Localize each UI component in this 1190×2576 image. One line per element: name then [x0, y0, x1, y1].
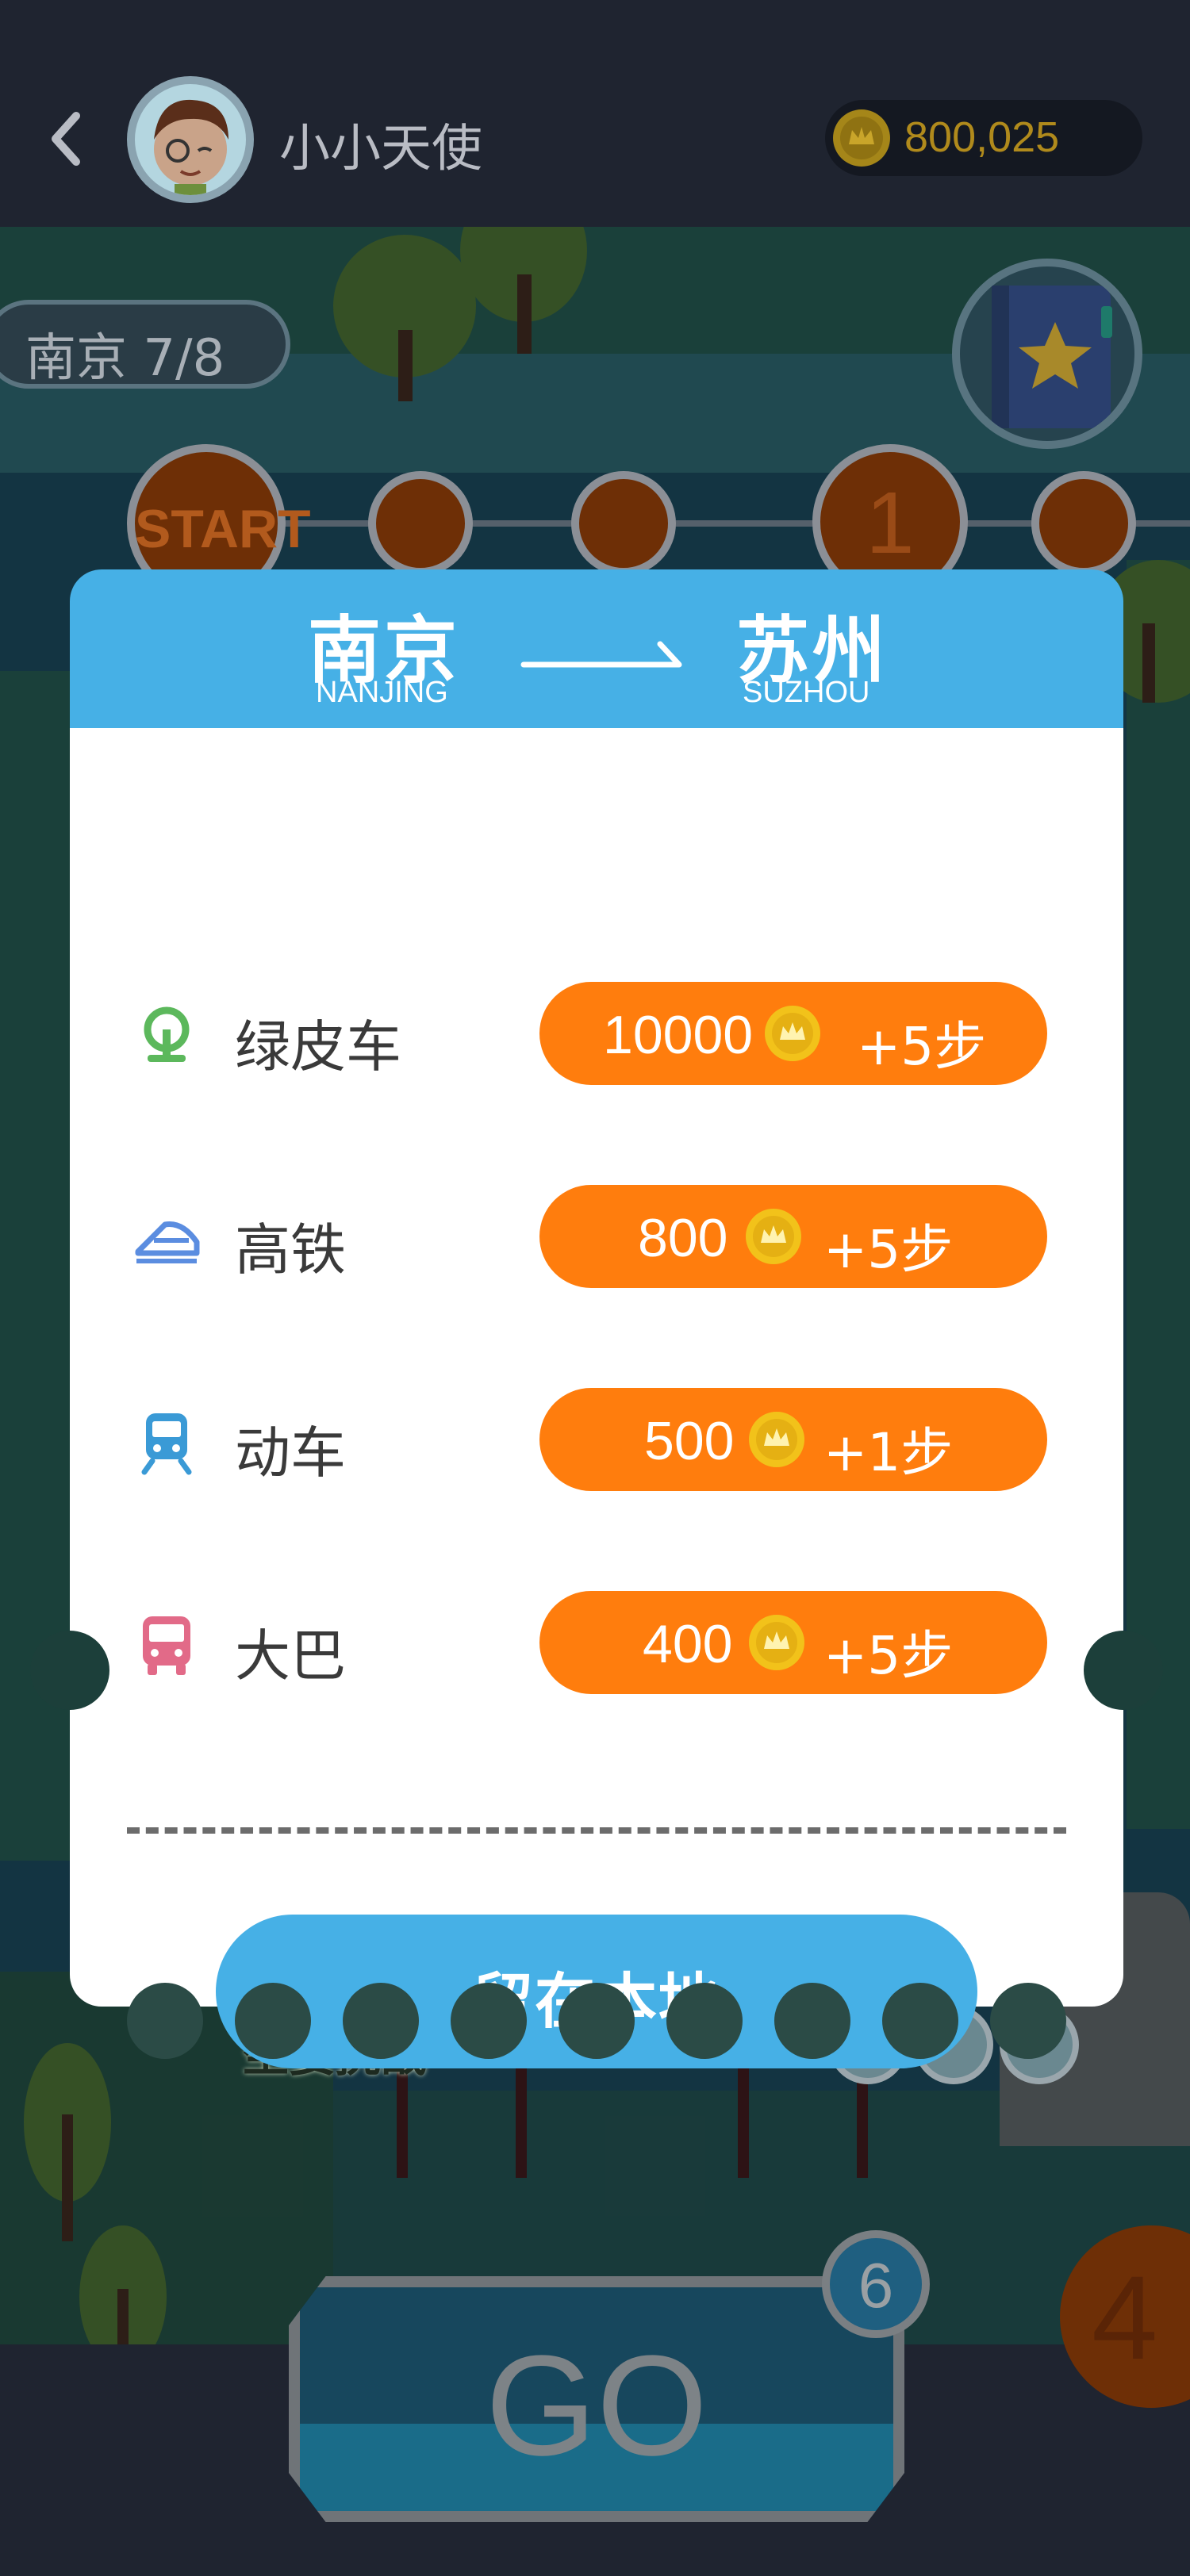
- green-train-icon: [144, 1006, 190, 1062]
- avatar[interactable]: [127, 76, 254, 203]
- route-arrow-icon: [520, 641, 682, 668]
- ticket-scallop: [235, 1983, 311, 2059]
- ticket-tear-line: [127, 1827, 1066, 1834]
- price-label: 800: [638, 1208, 728, 1268]
- city-progress: 南京 7/8: [0, 300, 290, 389]
- star-book-icon: [992, 286, 1112, 428]
- from-city-pinyin: NANJING: [316, 676, 448, 709]
- bonus-steps: +5步: [823, 1625, 954, 1686]
- ticket-scallop: [343, 1983, 419, 2059]
- route-node: [571, 471, 676, 576]
- route-header: 南京 NANJING 苏州 SUZHOU: [70, 569, 1123, 728]
- go-button[interactable]: GO: [289, 2276, 904, 2522]
- ticket-scallop: [666, 1983, 743, 2059]
- route-node: [1031, 471, 1136, 576]
- coin-icon: [749, 1615, 804, 1670]
- city-progress-label: 南京 7/8: [25, 329, 225, 388]
- travel-ticket-dialog: 南京 NANJING 苏州 SUZHOU 绿皮车 10000 +5步 高铁 80…: [30, 569, 1163, 2068]
- bonus-steps: +5步: [857, 1016, 987, 1077]
- coin-balance: 800,025: [825, 100, 1142, 176]
- coin-icon: [833, 109, 890, 167]
- route-node: [368, 471, 473, 576]
- ticket-scallop: [882, 1983, 958, 2059]
- buy-emu-button[interactable]: 500 +1步: [539, 1388, 1047, 1491]
- ticket-scallop: [559, 1983, 635, 2059]
- ticket-scallop: [990, 1983, 1066, 2059]
- transport-option-emu: 动车 500 +1步: [70, 1388, 1123, 1491]
- start-label: START: [135, 499, 311, 559]
- bonus-steps: +5步: [823, 1219, 954, 1280]
- journal-button[interactable]: [952, 259, 1142, 449]
- ticket-notch: [1084, 1631, 1163, 1710]
- transport-name: 高铁: [235, 1217, 346, 1282]
- buy-bus-button[interactable]: 400 +5步: [539, 1591, 1047, 1694]
- ticket-scallop: [451, 1983, 527, 2059]
- node-number: 1: [866, 474, 915, 572]
- buy-green-train-button[interactable]: 10000 +5步: [539, 982, 1047, 1085]
- top-bar: 小小天使 800,025: [0, 0, 1190, 227]
- steps-count: 6: [858, 2250, 894, 2321]
- steps-badge: 6: [822, 2230, 930, 2338]
- metro-train-icon: [141, 1413, 192, 1475]
- transport-name: 大巴: [235, 1623, 346, 1689]
- coin-icon: [749, 1412, 804, 1467]
- back-arrow-icon[interactable]: [49, 111, 81, 167]
- price-label: 500: [644, 1411, 735, 1471]
- transport-name: 绿皮车: [235, 1014, 401, 1079]
- buy-high-speed-rail-button[interactable]: 800 +5步: [539, 1185, 1047, 1288]
- node-number: 4: [1092, 2251, 1158, 2384]
- boy-avatar-icon: [154, 99, 228, 195]
- bullet-train-icon: [135, 1221, 200, 1263]
- ticket-notch: [30, 1631, 109, 1710]
- coin-icon: [746, 1209, 801, 1264]
- transport-option-high-speed-rail: 高铁 800 +5步: [70, 1185, 1123, 1288]
- go-label: GO: [485, 2326, 708, 2486]
- transport-option-bus: 大巴 400 +5步: [70, 1591, 1123, 1694]
- ticket-body: 绿皮车 10000 +5步 高铁 800 +5步 动车 500 +1步 大巴 4…: [70, 728, 1123, 2068]
- transport-option-green-train: 绿皮车 10000 +5步: [70, 982, 1123, 1085]
- ticket-scallop: [127, 1983, 203, 2059]
- to-city-pinyin: SUZHOU: [743, 676, 870, 709]
- ticket-scallop: [774, 1983, 850, 2059]
- coin-icon: [765, 1006, 820, 1061]
- transport-name: 动车: [235, 1420, 346, 1485]
- bonus-steps: +1步: [823, 1422, 954, 1483]
- coin-amount: 800,025: [904, 113, 1060, 161]
- price-label: 400: [643, 1614, 733, 1674]
- username: 小小天使: [279, 120, 482, 178]
- bus-icon: [143, 1616, 190, 1675]
- price-label: 10000: [603, 1005, 754, 1065]
